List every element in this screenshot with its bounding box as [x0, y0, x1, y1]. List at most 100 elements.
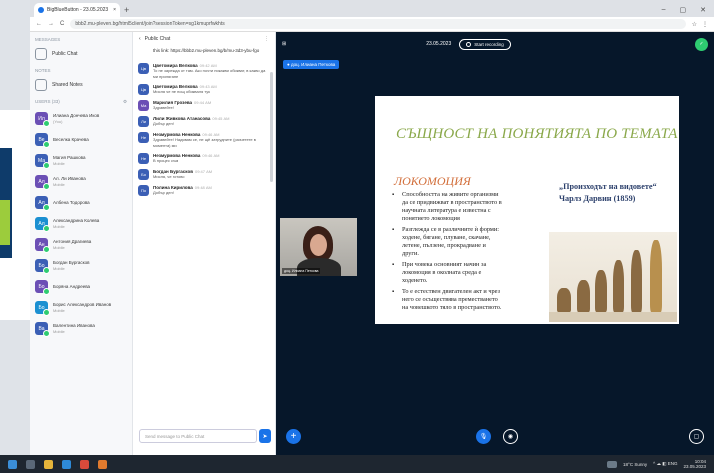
avatar: Ма: [138, 100, 149, 111]
favicon-icon: [38, 7, 44, 13]
back-icon[interactable]: ←: [36, 21, 42, 27]
evolution-figure: [631, 250, 642, 312]
task-view-icon[interactable]: [26, 459, 35, 469]
browser-window: BigBlueButton - 23.05.2023 × + – ▢ ✕ ← → …: [30, 0, 714, 455]
avatar: Ал: [35, 175, 50, 190]
tab-bar: BigBlueButton - 23.05.2023 × + – ▢ ✕: [30, 0, 714, 17]
microphone-button[interactable]: 🎙: [476, 429, 491, 444]
chat-scrollbar[interactable]: [270, 72, 273, 182]
evolution-image: [549, 232, 677, 322]
public-chat-item[interactable]: Public Chat: [30, 45, 132, 63]
evolution-figure: [613, 260, 624, 312]
message-text: Мисля, че готово: [153, 174, 185, 179]
message-text: В процес съм: [153, 158, 179, 163]
user-list-item[interactable]: Ал Ал. Ли Иванова Mobile: [30, 171, 132, 192]
layout-icon[interactable]: ⊞: [282, 41, 286, 47]
slide-bullet: Способността на живите организми да се п…: [392, 191, 504, 223]
close-window-button[interactable]: ✕: [700, 6, 706, 14]
file-explorer-icon[interactable]: [44, 459, 53, 469]
chrome-icon[interactable]: [80, 459, 89, 469]
user-list-item[interactable]: Ил Илиана Дончева Иков (You): [30, 108, 132, 129]
actions-plus-button[interactable]: +: [286, 429, 301, 444]
slide-title: СЪЩНОСТ НА ПОНЯТИЯТА ПО ТЕМАТА: [396, 126, 678, 142]
user-list: Ил Илиана Дончева Иков (You) Ве Веселка Крач…: [30, 108, 132, 339]
message-body: Цветомира Велкова 09:42 AM То не зарежда о…: [153, 63, 270, 79]
shared-notes-item[interactable]: Shared Notes: [30, 76, 132, 94]
chat-message-input[interactable]: Send message to Public Chat: [139, 429, 257, 443]
connection-status-icon[interactable]: ✓: [695, 37, 708, 51]
start-recording-button[interactable]: Start recording: [459, 38, 511, 50]
avatar: Бо: [138, 169, 149, 180]
user-name: Албена Тодорова: [53, 199, 90, 205]
evolution-ground: [549, 312, 677, 322]
user-list-item[interactable]: Ан Антония Драгиева Mobile: [30, 234, 132, 255]
avatar: Ан: [35, 238, 50, 253]
chat-options-icon[interactable]: ⋮: [264, 36, 269, 42]
meeting-title: 23.05.2023: [426, 41, 452, 47]
user-role: Mobile: [53, 266, 65, 271]
close-tab-icon[interactable]: ×: [113, 7, 116, 13]
user-list-item[interactable]: Ма Магия Рашкова Mobile: [30, 150, 132, 171]
chat-header: ‹ Public Chat ⋮: [133, 32, 275, 46]
bookmark-star-icon[interactable]: ☆: [692, 21, 697, 28]
user-list-item[interactable]: Ва Валентина Иванова Mobile: [30, 318, 132, 339]
maximize-window-button[interactable]: ▢: [680, 6, 687, 14]
send-button[interactable]: ➤: [259, 429, 271, 443]
message-list: Цв Цветомира Велкова 09:42 AM То не зарежда…: [133, 63, 275, 196]
minimize-window-button[interactable]: –: [662, 6, 666, 14]
tray-icons[interactable]: ^ ☁ ◧ ENG: [653, 461, 677, 467]
start-icon[interactable]: [8, 459, 17, 469]
browser-menu-icon[interactable]: ⋮: [702, 21, 708, 28]
slide-bullets: Способността на живите организми да се п…: [392, 191, 504, 315]
new-tab-button[interactable]: +: [124, 5, 129, 15]
webcam-video[interactable]: доц. Илиана Петкова: [280, 218, 357, 276]
avatar: Ли: [138, 116, 149, 127]
talking-indicator: ● доц. Илиана Петкова: [283, 60, 340, 69]
slide-bullet: То е естествен двигателен акт и чрез нег…: [392, 288, 504, 312]
slide-heading: ЛОКОМОЦИЯ: [394, 174, 471, 188]
avatar: Бо: [35, 301, 50, 316]
avatar: Ал: [35, 196, 50, 211]
avatar: Цв: [138, 84, 149, 95]
url-field[interactable]: bbb2.mu-pleven.bg/html5client/join?sessi…: [70, 19, 686, 29]
message-time: 09:44 AM: [194, 100, 212, 105]
hide-chat-icon[interactable]: ‹: [139, 36, 141, 42]
user-sidebar: MESSAGES Public Chat NOTES Shared Notes …: [30, 32, 133, 455]
message-time: 09:46 AM: [202, 153, 220, 158]
user-list-item[interactable]: Ве Веселка Крачева: [30, 129, 132, 150]
presentation-area: ⊞ 23.05.2023 Start recording ✓ ● доц. Ил…: [276, 32, 714, 455]
reload-icon[interactable]: C: [60, 21, 64, 27]
settings-gear-icon[interactable]: ⚙: [123, 99, 127, 105]
browser-tab[interactable]: BigBlueButton - 23.05.2023 ×: [34, 3, 120, 17]
app-icon[interactable]: [98, 459, 107, 469]
user-list-item[interactable]: Бо Боряна Андреева: [30, 276, 132, 297]
user-list-item[interactable]: Бо Борис Александров Иванов Mobile: [30, 297, 132, 318]
user-list-item[interactable]: Ал Александрина Колева Mobile: [30, 213, 132, 234]
notes-section-label: NOTES: [30, 63, 132, 76]
users-section-label: USERS (33) ⚙: [30, 94, 132, 108]
user-role: Mobile: [53, 161, 65, 166]
system-tray: 18°C Sunny ^ ☁ ◧ ENG 10:04 23.05.2023: [607, 459, 706, 469]
user-list-item[interactable]: Бо Богдан Бургасков Mobile: [30, 255, 132, 276]
user-list-item[interactable]: Ал Албена Тодорова: [30, 192, 132, 213]
user-info: Валентина Иванова Mobile: [53, 323, 95, 334]
record-label: Start recording: [474, 41, 504, 47]
user-role: Mobile: [53, 224, 65, 229]
camera-button[interactable]: ◉: [503, 429, 518, 444]
minimize-presentation-button[interactable]: ▢: [689, 429, 704, 444]
user-role: Mobile: [53, 329, 65, 334]
user-role: (You): [53, 119, 63, 124]
forward-icon[interactable]: →: [48, 21, 54, 27]
user-role: Mobile: [53, 245, 65, 250]
extension-icons: ☆ ⋮: [692, 21, 708, 28]
message-text: Добър ден!: [153, 190, 174, 195]
chat-icon: [35, 48, 47, 60]
clock[interactable]: 10:04 23.05.2023: [683, 459, 706, 469]
evolution-figure: [595, 270, 607, 312]
chat-title: Public Chat: [144, 36, 171, 42]
chat-panel: ‹ Public Chat ⋮ this link: https://bbb2.…: [133, 32, 276, 455]
messages-label: MESSAGES: [35, 37, 61, 42]
tab-title: BigBlueButton - 23.05.2023: [47, 7, 109, 13]
edge-icon[interactable]: [62, 459, 71, 469]
weather-text[interactable]: 18°C Sunny: [623, 462, 647, 467]
